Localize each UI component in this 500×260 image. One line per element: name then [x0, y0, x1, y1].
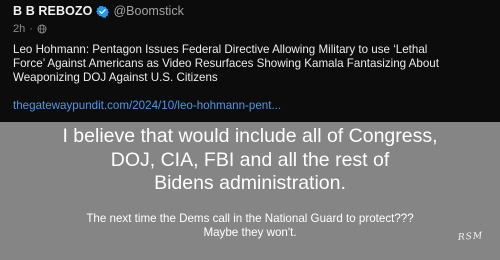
globe-icon — [37, 24, 47, 34]
social-post-card: B B REBOZO @Boomstick 2h · Leo Hohmann: … — [0, 0, 500, 122]
author-name[interactable]: B B REBOZO — [13, 4, 92, 18]
signature: RSM — [457, 231, 484, 243]
meta-separator: · — [29, 23, 33, 35]
post-header: B B REBOZO @Boomstick — [13, 4, 184, 18]
post-text: Leo Hohmann: Pentagon Issues Federal Dir… — [13, 43, 439, 84]
post-timestamp[interactable]: 2h — [13, 23, 25, 35]
article-link[interactable]: thegatewaypundit.com/2024/10/leo-hohmann… — [13, 99, 281, 113]
meme-main-text: I believe that would include all of Cong… — [62, 125, 438, 194]
verified-badge-icon — [96, 5, 110, 18]
author-handle[interactable]: @Boomstick — [113, 4, 183, 18]
post-meta: 2h · — [13, 23, 47, 35]
meme-sub-text: The next time the Dems call in the Natio… — [86, 212, 414, 239]
